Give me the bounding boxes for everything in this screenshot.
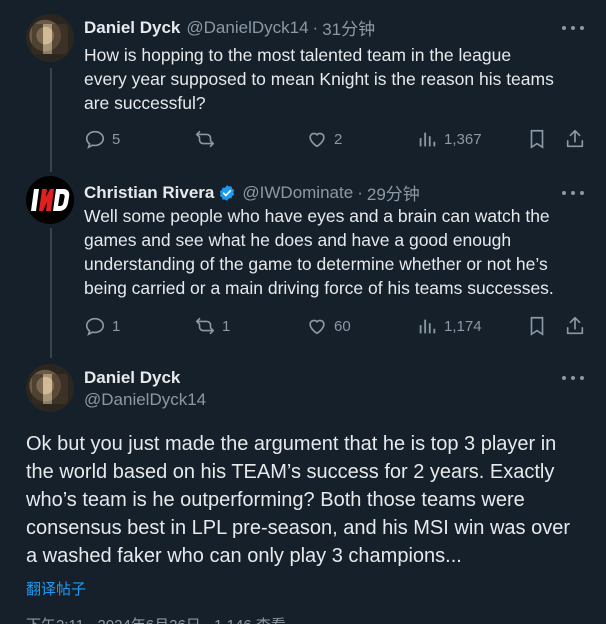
bookmark-icon (530, 316, 544, 336)
tweet-header: Daniel Dyck @DanielDyck14 · 31分钟 (84, 15, 375, 40)
tweet-text: How is hopping to the most talented team… (84, 43, 584, 115)
more-icon[interactable] (562, 18, 584, 38)
like-button[interactable]: 60 (306, 315, 351, 337)
tweet-text: Well some people who have eyes and a bra… (84, 204, 594, 300)
handle[interactable]: @IWDominate (242, 183, 353, 203)
reply-button[interactable]: 1 (84, 315, 120, 337)
tweet-text-line: consensus best in LPL pre-season, and hi… (26, 517, 570, 539)
tweet-text-line: a washed faker who can only play 3 champ… (26, 545, 462, 567)
tweet-2[interactable]: Christian Rivera @IWDominate · 29分钟 Well… (0, 170, 606, 358)
timestamp[interactable]: 31分钟 (322, 15, 375, 40)
views-button[interactable]: 1,174 (416, 315, 482, 337)
thread-connector (50, 228, 52, 358)
tweet-meta: 下午2:11 · 2024年6月26日 · 1,146 查看 (26, 614, 286, 624)
action-bar: 1 1 60 1,174 (84, 315, 590, 339)
more-icon[interactable] (562, 183, 584, 203)
view-count: 1,367 (444, 130, 482, 148)
timestamp[interactable]: 29分钟 (367, 180, 420, 205)
translate-post-link[interactable]: 翻译帖子 (26, 578, 86, 599)
tweet-text-line: Well some people who have eyes and a bra… (84, 206, 550, 226)
tweet-text-line: who’s team is he outperforming? Both tho… (26, 489, 525, 511)
avatar[interactable] (26, 364, 74, 412)
views-button[interactable]: 1,367 (416, 128, 482, 150)
bookmark-icon (530, 129, 544, 149)
share-button[interactable] (564, 315, 586, 337)
share-icon (566, 316, 584, 335)
display-name[interactable]: Christian Rivera (84, 183, 214, 203)
retweet-icon (195, 130, 215, 148)
separator-dot: · (312, 17, 319, 37)
retweet-button[interactable] (194, 128, 216, 150)
like-count: 60 (334, 317, 351, 335)
avatar[interactable] (26, 176, 74, 224)
handle[interactable]: @DanielDyck14 (186, 18, 308, 38)
handle[interactable]: @DanielDyck14 (84, 390, 206, 410)
retweet-button[interactable]: 1 (194, 315, 230, 337)
tweet-1[interactable]: Daniel Dyck @DanielDyck14 · 31分钟 How is … (0, 0, 606, 172)
share-button[interactable] (564, 128, 586, 150)
tweet-text-line: every year supposed to mean Knight is th… (84, 69, 554, 89)
heart-icon (309, 132, 325, 148)
reply-button[interactable]: 5 (84, 128, 120, 150)
retweet-count: 1 (222, 317, 231, 335)
avatar[interactable] (26, 14, 74, 62)
tweet-text-line: are successful? (84, 93, 206, 113)
reply-icon (85, 130, 105, 149)
tweet-text-line: understanding of the game to determine w… (84, 254, 548, 274)
tweet-text-line: Ok but you just made the argument that h… (26, 433, 557, 455)
tweet-text-line: being carried or a main driving force of… (84, 278, 554, 298)
display-name[interactable]: Daniel Dyck (84, 18, 180, 38)
bookmark-button[interactable] (526, 315, 548, 337)
main-tweet-text: Ok but you just made the argument that h… (26, 430, 586, 570)
bookmark-button[interactable] (526, 128, 548, 150)
verified-badge-icon (220, 184, 235, 201)
reply-count: 1 (112, 317, 121, 335)
reply-icon (85, 317, 105, 336)
separator-dot: · (357, 182, 363, 202)
tweet-text-line: How is hopping to the most talented team… (84, 45, 512, 65)
heart-icon (309, 319, 325, 335)
thread-connector (50, 68, 52, 172)
reply-count: 5 (112, 130, 121, 148)
tweet-text-line: the world based on his TEAM’s success fo… (26, 461, 555, 483)
retweet-icon (195, 317, 215, 335)
views-icon (419, 132, 436, 147)
share-icon (566, 129, 584, 148)
view-count: 1,174 (444, 317, 482, 335)
tweet-header: Christian Rivera @IWDominate · 29分钟 (84, 180, 420, 205)
like-button[interactable]: 2 (306, 128, 342, 150)
tweet-text-line: games and see what he does and have a go… (84, 230, 512, 250)
action-bar: 5 2 1,367 (84, 128, 590, 152)
display-name[interactable]: Daniel Dyck (84, 368, 180, 388)
iwd-logo-icon (31, 189, 70, 211)
views-icon (419, 319, 436, 334)
like-count: 2 (334, 130, 343, 148)
more-icon[interactable] (562, 368, 584, 388)
